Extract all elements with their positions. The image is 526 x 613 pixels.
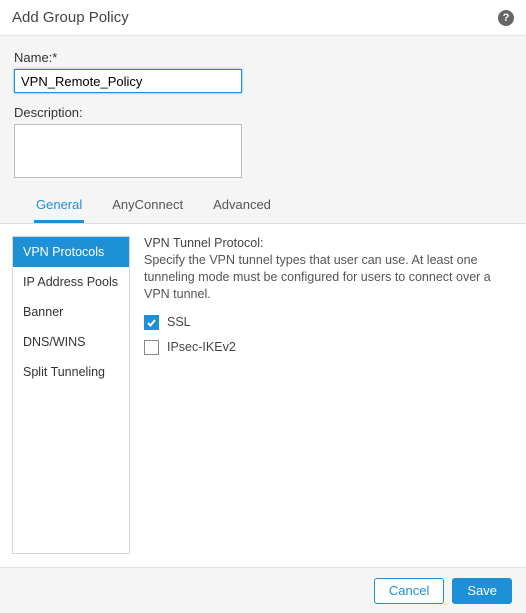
form-area: Name:* Description: General AnyConnect A…: [0, 36, 526, 224]
dialog-title: Add Group Policy: [12, 9, 498, 26]
name-input[interactable]: [14, 69, 242, 93]
sidebar-item-vpn-protocols[interactable]: VPN Protocols: [13, 237, 129, 267]
tab-anyconnect[interactable]: AnyConnect: [110, 191, 185, 223]
name-label: Name:*: [14, 50, 512, 65]
cancel-button[interactable]: Cancel: [374, 578, 444, 604]
side-nav: VPN Protocols IP Address Pools Banner DN…: [12, 236, 130, 554]
description-label: Description:: [14, 105, 512, 120]
checkbox-ipsec[interactable]: [144, 340, 159, 355]
main-body: VPN Protocols IP Address Pools Banner DN…: [0, 224, 526, 554]
check-icon: [146, 317, 157, 328]
checkbox-row-ssl: SSL: [144, 315, 514, 330]
dialog-header: Add Group Policy ?: [0, 0, 526, 36]
help-icon[interactable]: ?: [498, 10, 514, 26]
checkbox-label-ipsec: IPsec-IKEv2: [167, 340, 236, 354]
sidebar-item-split-tunneling[interactable]: Split Tunneling: [13, 357, 129, 387]
dialog-footer: Cancel Save: [0, 567, 526, 613]
content-heading: VPN Tunnel Protocol:: [144, 236, 514, 250]
sidebar-item-dns-wins[interactable]: DNS/WINS: [13, 327, 129, 357]
checkbox-row-ipsec: IPsec-IKEv2: [144, 340, 514, 355]
checkbox-label-ssl: SSL: [167, 315, 191, 329]
tabs: General AnyConnect Advanced: [14, 191, 512, 223]
checkbox-ssl[interactable]: [144, 315, 159, 330]
sidebar-item-banner[interactable]: Banner: [13, 297, 129, 327]
sidebar-item-ip-address-pools[interactable]: IP Address Pools: [13, 267, 129, 297]
save-button[interactable]: Save: [452, 578, 512, 604]
tab-general[interactable]: General: [34, 191, 84, 223]
content-description: Specify the VPN tunnel types that user c…: [144, 252, 514, 303]
content-panel: VPN Tunnel Protocol: Specify the VPN tun…: [144, 236, 514, 554]
description-textarea[interactable]: [14, 124, 242, 178]
tab-advanced[interactable]: Advanced: [211, 191, 273, 223]
